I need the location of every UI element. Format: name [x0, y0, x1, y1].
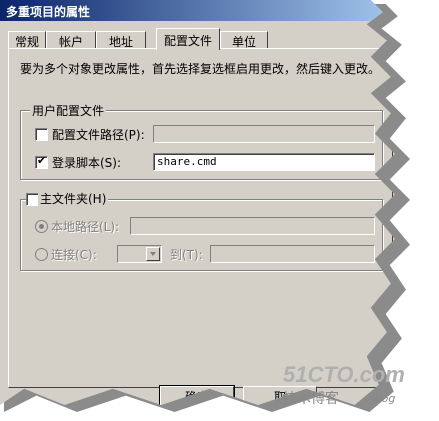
tab-label: 配置文件: [163, 34, 212, 48]
tab-label: 单位: [231, 35, 256, 49]
tab-label: 帐户: [58, 35, 83, 49]
watermark: 51CTO.com 技术博客 Blog: [283, 362, 405, 407]
dropdown-button[interactable]: [146, 247, 160, 261]
connect-to-label: 到(T):: [170, 248, 203, 262]
local-path-label: 本地路径(L):: [51, 220, 120, 234]
logon-script-input[interactable]: share.cmd: [153, 153, 375, 171]
tab-general[interactable]: 常规: [8, 31, 46, 49]
radio-selected-dot: [39, 224, 44, 229]
tab-label: 常规: [14, 35, 39, 49]
logon-script-checkbox[interactable]: ✔: [35, 154, 48, 169]
tab-account[interactable]: 帐户: [46, 31, 96, 49]
profile-path-label: 配置文件路径(P):: [52, 128, 145, 142]
drive-letter-select[interactable]: [117, 245, 162, 263]
connect-path-input[interactable]: [210, 245, 375, 263]
description-text: 要为多个对象更改属性，首先选择复选框启用更改，然后键入更改。: [20, 62, 381, 76]
profile-path-checkbox[interactable]: [35, 128, 48, 141]
local-path-input[interactable]: [130, 217, 375, 235]
watermark-blog: Blog: [371, 392, 396, 405]
home-folder-label: 主文件夹(H): [38, 190, 109, 207]
logon-script-value: share.cmd: [157, 155, 217, 168]
profile-path-input[interactable]: [153, 125, 375, 143]
tab-address[interactable]: 地址: [96, 31, 146, 49]
tab-label: 地址: [108, 35, 133, 49]
connect-label: 连接(C):: [51, 248, 97, 262]
properties-dialog: 多重项目的属性 常规 帐户 地址 配置文件 单位 要为多个对象更改属性，首先选择…: [0, 0, 395, 405]
local-path-radio[interactable]: [35, 220, 48, 233]
window-title: 多重项目的属性: [6, 5, 91, 19]
user-profile-group-title: 用户配置文件: [30, 102, 107, 119]
check-icon: ✔: [37, 154, 47, 167]
watermark-logo: 51CTO.com: [283, 362, 405, 387]
tab-organization[interactable]: 单位: [220, 31, 268, 49]
connect-radio[interactable]: [35, 248, 48, 261]
title-bar[interactable]: 多重项目的属性: [0, 0, 395, 21]
watermark-text: 技术博客: [283, 391, 339, 407]
logon-script-label: 登录脚本(S):: [52, 156, 122, 170]
chevron-down-icon: [150, 252, 156, 256]
tab-profile[interactable]: 配置文件: [156, 28, 220, 50]
